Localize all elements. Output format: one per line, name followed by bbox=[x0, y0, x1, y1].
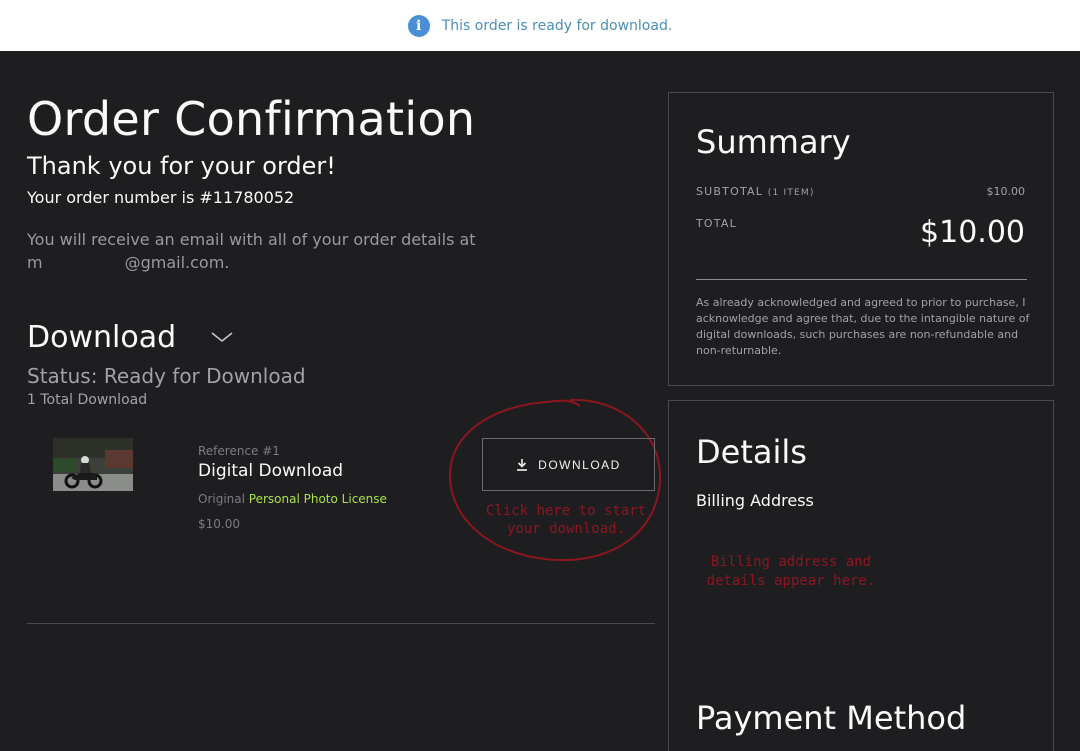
download-annotation: Click here to start your download. bbox=[485, 503, 647, 537]
details-title: Details bbox=[696, 433, 807, 471]
total-value: $10.00 bbox=[920, 215, 1025, 250]
email-start: m bbox=[27, 253, 43, 272]
payment-method-title: Payment Method bbox=[696, 699, 967, 737]
total-label: TOTAL bbox=[696, 217, 737, 230]
download-ready-notice: i This order is ready for download. bbox=[0, 0, 1080, 51]
download-icon bbox=[517, 459, 528, 471]
license-prefix: Original bbox=[198, 492, 245, 506]
email-end: @gmail.com. bbox=[124, 253, 230, 272]
subtotal-label-text: SUBTOTAL bbox=[696, 185, 764, 198]
summary-rule bbox=[696, 279, 1027, 280]
billing-address-label: Billing Address bbox=[696, 491, 814, 510]
download-status: Status: Ready for Download bbox=[27, 364, 306, 388]
item-name: Digital Download bbox=[198, 461, 344, 481]
billing-annotation: Billing address and details appear here. bbox=[706, 554, 876, 589]
thank-you-heading: Thank you for your order! bbox=[27, 152, 336, 180]
email-note-text: You will receive an email with all of yo… bbox=[27, 230, 476, 249]
download-button[interactable]: DOWNLOAD bbox=[482, 438, 655, 491]
product-thumbnail bbox=[53, 438, 133, 491]
info-icon: i bbox=[407, 14, 430, 37]
email-note: You will receive an email with all of yo… bbox=[27, 228, 487, 274]
summary-panel: Summary SUBTOTAL (1 ITEM) $10.00 TOTAL $… bbox=[668, 92, 1054, 386]
order-number: Your order number is #11780052 bbox=[27, 188, 295, 207]
details-panel: Details Billing Address Billing address … bbox=[668, 400, 1054, 751]
license-link[interactable]: Personal Photo License bbox=[249, 492, 387, 506]
summary-title: Summary bbox=[696, 123, 851, 161]
subtotal-items: (1 ITEM) bbox=[767, 188, 815, 198]
item-license: Original Personal Photo License bbox=[198, 492, 387, 506]
chevron-down-icon[interactable] bbox=[210, 328, 234, 346]
total-downloads: 1 Total Download bbox=[27, 392, 148, 408]
item-reference: Reference #1 bbox=[198, 444, 280, 458]
download-button-label: DOWNLOAD bbox=[538, 457, 621, 472]
subtotal-value: $10.00 bbox=[986, 185, 1026, 198]
download-section-title: Download bbox=[27, 320, 177, 355]
section-divider bbox=[27, 623, 655, 624]
subtotal-label: SUBTOTAL (1 ITEM) bbox=[696, 185, 815, 198]
refund-disclaimer: As already acknowledged and agreed to pr… bbox=[696, 296, 1030, 357]
motorcycle-photo bbox=[53, 438, 133, 491]
page-title: Order Confirmation bbox=[27, 92, 476, 146]
notice-text: This order is ready for download. bbox=[441, 17, 673, 34]
item-price: $10.00 bbox=[198, 517, 240, 531]
